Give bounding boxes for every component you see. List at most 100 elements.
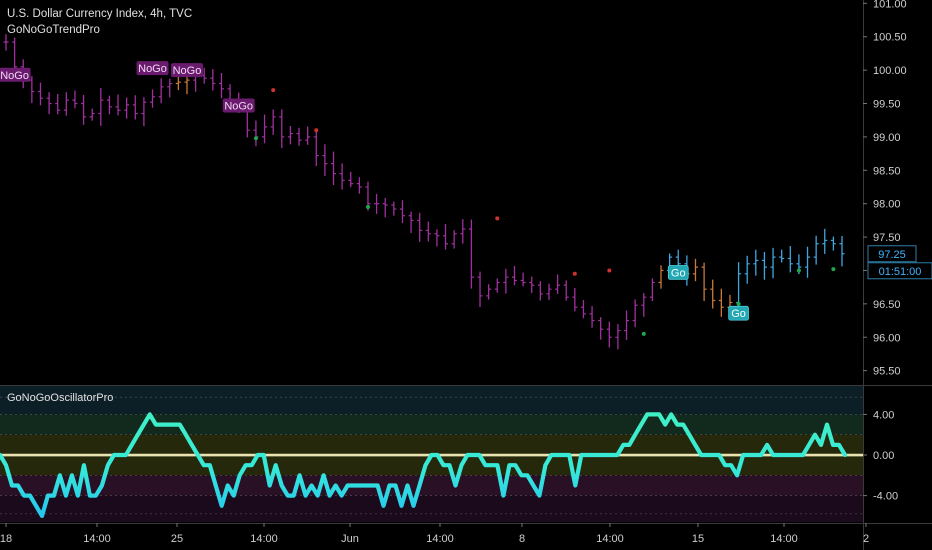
oscillator-pane[interactable] <box>0 386 863 522</box>
price-bar <box>81 94 87 125</box>
price-axis-label: 100.50 <box>873 32 907 44</box>
price-bar <box>331 151 337 186</box>
price-bar <box>339 163 345 190</box>
price-bar <box>184 76 190 95</box>
price-bar <box>356 177 362 194</box>
nogo-badge: NoGo <box>0 67 31 82</box>
price-axis-label: 95.50 <box>873 366 901 378</box>
price-bar <box>443 224 449 250</box>
price-pane[interactable]: NoGo NoGo NoGo NoGo Go Go <box>0 34 845 350</box>
red-signal-dot <box>607 268 612 273</box>
oscillator-zone-band <box>0 414 863 435</box>
price-bar <box>520 272 526 287</box>
price-bar <box>98 88 104 126</box>
time-axis-label: 2 <box>863 533 869 545</box>
price-bar <box>434 229 440 247</box>
price-bar <box>279 109 285 149</box>
price-bar <box>718 288 724 317</box>
price-bar <box>468 219 474 289</box>
badge-label: NoGo <box>138 63 167 75</box>
price-bar <box>753 249 759 276</box>
time-axis-label: 14:00 <box>596 533 624 545</box>
price-bar <box>12 37 18 73</box>
time-axis-label: Jun <box>341 533 359 545</box>
price-bar <box>839 236 845 267</box>
time-axis-label: 14:00 <box>250 533 278 545</box>
price-bar <box>46 92 52 115</box>
price-bar <box>167 78 173 98</box>
price-bar <box>218 73 224 99</box>
chart-stage: NoGo NoGo NoGo NoGo Go Go 101.00 100.50 100.00 9… <box>0 0 932 550</box>
price-bar <box>425 221 431 242</box>
price-bar <box>399 200 405 224</box>
price-bar <box>744 255 750 284</box>
price-bar <box>451 230 457 249</box>
price-bar <box>115 94 121 116</box>
price-bar <box>262 114 268 144</box>
price-bar <box>606 321 612 348</box>
oscillator-zone-band <box>0 495 863 522</box>
price-axis-label: 96.00 <box>873 332 901 344</box>
price-bar <box>287 126 293 145</box>
price-bar <box>72 90 78 109</box>
price-bar <box>529 276 535 294</box>
badge-label: NoGo <box>0 70 29 82</box>
price-bar <box>270 109 276 135</box>
price-axis-label: 98.50 <box>873 165 901 177</box>
green-signal-dot <box>736 301 741 306</box>
price-axis-label: 96.50 <box>873 299 901 311</box>
green-signal-dot <box>641 331 646 336</box>
price-bar <box>417 212 423 242</box>
price-bar <box>779 249 785 263</box>
price-bar <box>3 34 9 51</box>
oscillator-indicator-name: GoNoGoOscillatorPro <box>7 392 114 404</box>
price-bar <box>805 246 811 278</box>
price-bar <box>124 97 130 119</box>
price-bar <box>632 299 638 328</box>
price-bar <box>787 246 793 273</box>
time-axis-label: 15 <box>692 533 704 545</box>
price-bar <box>813 235 819 265</box>
price-bar <box>55 94 61 115</box>
price-bar <box>624 310 630 340</box>
price-bar <box>89 108 95 121</box>
price-bar <box>563 280 569 301</box>
badge-label: Go <box>731 308 746 320</box>
time-axis-label: 14:00 <box>83 533 111 545</box>
price-bar <box>382 197 388 218</box>
price-bar <box>150 89 156 108</box>
green-signal-dot <box>796 268 801 273</box>
price-bar <box>546 283 552 300</box>
price-bar <box>322 144 328 177</box>
price-bar <box>598 317 604 340</box>
indicator-name: GoNoGoTrendPro <box>7 24 100 36</box>
price-bar <box>537 281 543 301</box>
price-bar <box>477 271 483 307</box>
price-axis-label: 99.00 <box>873 132 901 144</box>
price-bar <box>37 82 43 106</box>
price-bar <box>106 95 112 115</box>
price-axis-label: 99.50 <box>873 99 901 111</box>
price-bar <box>132 95 138 120</box>
price-bar <box>348 171 354 188</box>
red-signal-dot <box>572 271 577 276</box>
price-bar <box>555 274 561 294</box>
price-bar <box>649 278 655 302</box>
oscillator-zone-band <box>0 386 863 415</box>
price-bar <box>641 293 647 317</box>
price-bar <box>503 268 509 294</box>
price-bar <box>305 126 311 145</box>
price-bar <box>830 236 836 251</box>
time-axis-label: 18 <box>0 533 12 545</box>
price-bar <box>391 201 397 216</box>
green-signal-dot <box>253 136 258 141</box>
price-bar <box>580 300 586 319</box>
go-badge: Go <box>667 265 689 280</box>
price-bar <box>589 306 595 328</box>
price-bar <box>770 247 776 279</box>
price-bar <box>175 75 181 91</box>
countdown-label: 01:51:00 <box>879 266 922 278</box>
price-axis-label: 98.00 <box>873 199 901 211</box>
oscillator-axis-label: -4.00 <box>873 491 898 503</box>
price-bar <box>658 265 664 289</box>
